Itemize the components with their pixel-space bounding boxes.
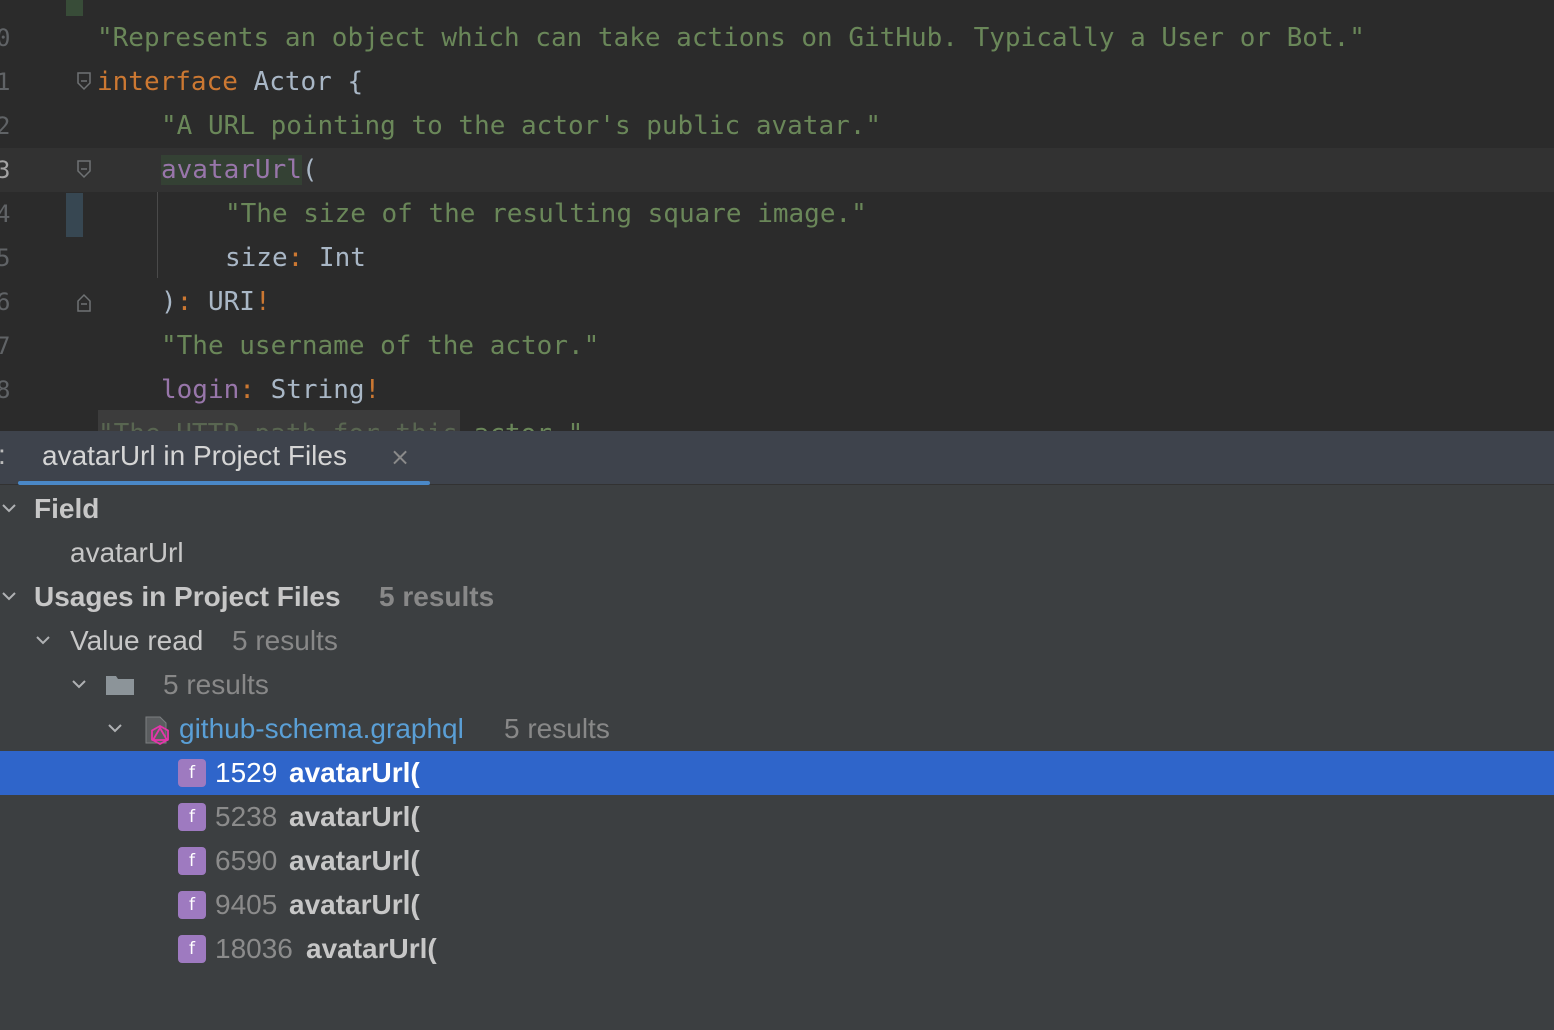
fold-collapse-icon[interactable] xyxy=(76,160,92,180)
result-text: avatarUrl( xyxy=(289,801,420,832)
result-text: avatarUrl( xyxy=(289,757,420,788)
result-line-number: 6590 xyxy=(215,845,278,876)
line-number: 6 xyxy=(0,288,11,316)
field-header: Field xyxy=(34,493,100,524)
actor-description-string: "Represents an object which can take act… xyxy=(97,23,1365,53)
file-count: 5 results xyxy=(504,713,610,744)
tree-node-value-read[interactable]: Value read 5 results xyxy=(0,619,1554,663)
chevron-down-icon[interactable] xyxy=(106,719,124,737)
line-number: 4 xyxy=(0,200,11,228)
usage-result-row[interactable]: f 9405 avatarUrl( xyxy=(0,883,1554,927)
tool-window-title-suffix: : xyxy=(0,439,6,471)
folder-count: 5 results xyxy=(163,669,269,700)
open-paren: ( xyxy=(301,155,318,185)
file-name-link[interactable]: github-schema.graphql xyxy=(179,707,464,751)
line-number: 7 xyxy=(0,332,11,360)
non-null-marker: ! xyxy=(254,287,271,317)
fold-collapse-icon[interactable] xyxy=(76,72,92,92)
find-usages-panel: : avatarUrl in Project Files × Field ava… xyxy=(0,431,1554,1030)
tab-label: avatarUrl in Project Files xyxy=(42,440,347,471)
usage-result-row[interactable]: f 18036 avatarUrl( xyxy=(0,927,1554,971)
usage-result-row[interactable]: f 1529 avatarUrl( xyxy=(0,751,1554,795)
code-line: 6 ): URI! xyxy=(0,280,1554,324)
avatar-field-declaration[interactable]: avatarUrl( xyxy=(161,148,318,192)
result-text: avatarUrl( xyxy=(289,889,420,920)
result-line-number: 18036 xyxy=(215,933,293,964)
active-tab-indicator xyxy=(18,481,430,485)
folder-icon xyxy=(106,676,134,695)
colon: : xyxy=(287,243,304,273)
avatar-field-name[interactable]: avatarUrl xyxy=(161,155,302,185)
change-marker-added xyxy=(66,0,83,16)
chevron-down-icon[interactable] xyxy=(70,675,88,693)
interface-name: Actor { xyxy=(237,67,364,97)
colon: : xyxy=(176,287,193,317)
result-line-number: 1529 xyxy=(215,757,278,788)
close-icon[interactable]: × xyxy=(390,443,410,471)
chevron-down-icon[interactable] xyxy=(34,631,52,649)
code-line: 2 "A URL pointing to the actor's public … xyxy=(0,104,1554,148)
tree-node-file[interactable]: github-schema.graphql 5 results xyxy=(0,707,1554,751)
interface-keyword: interface xyxy=(97,67,238,97)
type-name: String xyxy=(254,375,365,405)
tab-avatarurl-usages[interactable]: avatarUrl in Project Files × xyxy=(18,431,430,485)
close-paren: ) xyxy=(161,287,177,317)
avatar-description-string: "A URL pointing to the actor's public av… xyxy=(161,111,882,141)
chevron-down-icon[interactable] xyxy=(0,587,18,605)
tree-node-target-field[interactable]: avatarUrl xyxy=(0,531,1554,575)
code-editor[interactable]: 0 "Represents an object which can take a… xyxy=(0,0,1554,431)
field-icon: f xyxy=(178,935,206,963)
result-line-number: 5238 xyxy=(215,801,278,832)
login-field-declaration: login: String! xyxy=(161,368,380,412)
type-name: Int xyxy=(303,243,366,273)
size-argument: size: Int xyxy=(225,236,366,280)
result-text: avatarUrl( xyxy=(306,933,437,964)
type-name: URI xyxy=(192,287,255,317)
argument-name: size xyxy=(225,243,288,273)
tree-node-folder[interactable]: 5 results xyxy=(0,663,1554,707)
value-read-label: Value read xyxy=(70,625,204,656)
line-number: 5 xyxy=(0,244,11,272)
field-name: login xyxy=(161,375,240,405)
usages-header: Usages in Project Files xyxy=(34,581,341,612)
graphql-file-icon xyxy=(145,716,169,745)
usage-result-row[interactable]: f 5238 avatarUrl( xyxy=(0,795,1554,839)
horizontal-scrollbar[interactable] xyxy=(98,410,460,431)
code-line: 8 login: String! xyxy=(0,368,1554,412)
value-read-count: 5 results xyxy=(232,625,338,656)
line-number: 1 xyxy=(0,68,11,96)
chevron-down-icon[interactable] xyxy=(0,499,18,517)
tree-node-usages[interactable]: Usages in Project Files 5 results xyxy=(0,575,1554,619)
result-line-number: 9405 xyxy=(215,889,278,920)
usage-result-row[interactable]: f 6590 avatarUrl( xyxy=(0,839,1554,883)
field-icon: f xyxy=(178,759,206,787)
non-null-marker: ! xyxy=(364,375,381,405)
result-text: avatarUrl( xyxy=(289,845,420,876)
line-number: 2 xyxy=(0,112,11,140)
line-number: 8 xyxy=(0,376,11,404)
code-line-current: 3 avatarUrl( xyxy=(0,148,1554,192)
return-type: ): URI! xyxy=(161,280,271,324)
code-line: 7 "The username of the actor." xyxy=(0,324,1554,368)
usages-count: 5 results xyxy=(379,581,495,612)
target-field-name: avatarUrl xyxy=(70,537,184,568)
field-icon: f xyxy=(178,847,206,875)
tree-node-field[interactable]: Field xyxy=(0,487,1554,531)
fold-end-icon[interactable] xyxy=(76,292,92,312)
interface-declaration: interface Actor { xyxy=(97,60,363,104)
code-line: 4 "The size of the resulting square imag… xyxy=(0,192,1554,236)
code-line: 5 size: Int xyxy=(0,236,1554,280)
code-line: 1 interface Actor { xyxy=(0,60,1554,104)
login-description-string: "The username of the actor." xyxy=(161,331,600,361)
line-number: 3 xyxy=(0,156,11,184)
size-description-string: "The size of the resulting square image.… xyxy=(225,199,867,229)
line-number: 0 xyxy=(0,24,11,52)
field-icon: f xyxy=(178,891,206,919)
colon: : xyxy=(239,375,255,405)
code-line: 0 "Represents an object which can take a… xyxy=(0,16,1554,60)
find-tab-bar: : avatarUrl in Project Files × xyxy=(0,431,1554,485)
field-icon: f xyxy=(178,803,206,831)
